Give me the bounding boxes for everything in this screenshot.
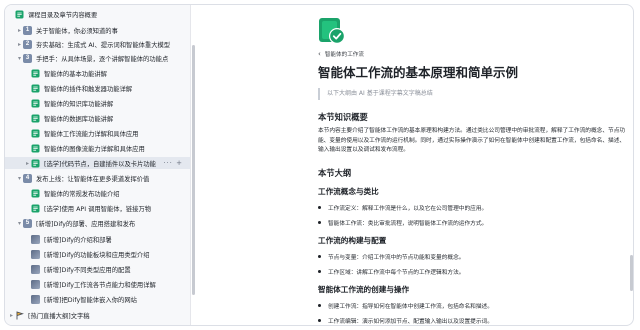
overview-heading: 本节知识概要 bbox=[318, 112, 368, 122]
section2-title: 工作流的构建与配置 bbox=[318, 236, 387, 245]
sidebar-item-label: [新增]Dify工作流各节点能力和使用详解 bbox=[44, 281, 156, 289]
outline-heading: 本节大纲 bbox=[318, 168, 352, 178]
sidebar-item-label: [新增]Dify的介绍和部署 bbox=[44, 236, 112, 244]
sidebar-item-label: [选学]代码节点，自建插件以及卡片功能 bbox=[44, 160, 156, 168]
sidebar-item-label: 智能体的常规发布功能介绍 bbox=[44, 190, 120, 198]
sidebar-item-label: [新增]Dify的部署、应用搭建和发布 bbox=[36, 220, 136, 228]
document-icon bbox=[31, 114, 40, 123]
sidebar-item-label: [新增]Dify不同类型应用的配置 bbox=[44, 266, 131, 274]
sidebar-item[interactable]: 智能体的插件和触发器功能详解 bbox=[5, 82, 190, 94]
sidebar-item-label: 发布上线：让智能体在更多渠道发挥价值 bbox=[36, 175, 150, 183]
sidebar-item[interactable]: ▸ [选学]代码节点，自建插件以及卡片功能 ··· + bbox=[5, 157, 190, 169]
sidebar-item[interactable]: 智能体的知识库功能讲解 bbox=[5, 97, 190, 109]
breadcrumb-label: 智能体的工作流 bbox=[324, 52, 364, 58]
overview-paragraph: 本节内容主要介绍了智能体工作流的基本原理和构建方法。通过类比公司管理中的审批流程… bbox=[318, 128, 626, 154]
sidebar-item[interactable]: ▸ 2 夯实基础：生成式 AI、提示词和智能体重大模型 bbox=[5, 38, 190, 50]
sidebar-item[interactable]: 智能体的常规发布功能介绍 bbox=[5, 187, 190, 199]
chevron-right-icon[interactable]: ▸ bbox=[8, 312, 15, 319]
sidebar-item[interactable]: [新增]Dify工作流各节点能力和使用详解 bbox=[5, 278, 190, 290]
image-thumbnail-icon bbox=[31, 249, 40, 259]
sidebar-item[interactable]: 智能体的基本功能讲解 bbox=[5, 67, 190, 79]
document-icon bbox=[31, 129, 40, 138]
page-title: 智能体工作流的基本原理和简单示例 bbox=[318, 65, 519, 80]
sidebar-item-label: 智能体的知识库功能讲解 bbox=[44, 100, 114, 108]
breadcrumb-back[interactable]: ‹ 智能体的工作流 bbox=[318, 50, 364, 58]
sidebar-item-label: 智能体的图像流能力详解和具体应用 bbox=[44, 145, 145, 153]
sidebar-item[interactable]: 智能体工作流能力详解和具体应用 bbox=[5, 127, 190, 139]
list-item: 工作流定义：解释工作流是什么，以及它在公司管理中的应用。 bbox=[318, 203, 487, 212]
list-item: 节点与变量：介绍工作流中的节点功能和变量的概念。 bbox=[318, 252, 465, 261]
content-scrollbar[interactable] bbox=[630, 255, 633, 291]
sidebar-item-label: 夯实基础：生成式 AI、提示词和智能体重大模型 bbox=[36, 41, 171, 49]
sidebar-item[interactable]: [新增]Dify的介绍和部署 bbox=[5, 233, 190, 245]
sidebar-item[interactable]: ▸ 1 关于智能体，你必须知道的事 bbox=[5, 24, 190, 36]
sidebar-item-label: 智能体工作流能力详解和具体应用 bbox=[44, 130, 139, 138]
document-icon bbox=[31, 189, 40, 198]
sidebar-item[interactable]: [选学]使用 API 调用智能体，链接万物 bbox=[5, 202, 190, 214]
list-item: 工作流编辑：演示如何添加节点、配置输入输出以及设置提示词。 bbox=[318, 316, 493, 325]
main-content: ‹ 智能体的工作流 智能体工作流的基本原理和简单示例 以下大纲由 AI 基于课程… bbox=[195, 5, 633, 325]
sidebar-item-label: 智能体的数据库功能讲解 bbox=[44, 115, 114, 123]
chapter-number-icon: 4 bbox=[23, 173, 32, 183]
sidebar-item[interactable]: ▾ 5 [新增]Dify的部署、应用搭建和发布 bbox=[5, 217, 190, 229]
image-thumbnail-icon bbox=[31, 294, 40, 304]
chevron-right-icon[interactable]: ▸ bbox=[16, 27, 23, 34]
document-icon bbox=[31, 159, 40, 168]
sidebar-item[interactable]: ▾ 4 发布上线：让智能体在更多渠道发挥价值 bbox=[5, 172, 190, 184]
document-icon bbox=[15, 10, 24, 19]
sidebar-item-label: 手把手：从具体场景，逐个讲解智能体的功能点 bbox=[36, 55, 169, 63]
chevron-down-icon[interactable]: ▾ bbox=[16, 175, 23, 182]
list-item: 创建工作流：指导如何在智能体中创建工作流，包括命名和描述。 bbox=[318, 301, 493, 310]
list-item: 工作区域：讲解工作流中每个节点的工作逻辑和方法。 bbox=[318, 267, 465, 276]
document-icon bbox=[31, 99, 40, 108]
chevron-left-icon: ‹ bbox=[318, 50, 321, 58]
sidebar-item[interactable]: ▸ [热门直播大纲]文字稿 bbox=[5, 309, 190, 321]
document-icon bbox=[31, 84, 40, 93]
sidebar-item-label: 智能体的基本功能讲解 bbox=[44, 70, 107, 78]
sidebar-item[interactable]: 智能体的图像流能力详解和具体应用 bbox=[5, 142, 190, 154]
chapter-number-icon: 3 bbox=[23, 53, 32, 63]
chapter-number-icon: 2 bbox=[23, 39, 32, 49]
document-icon bbox=[31, 69, 40, 78]
chapter-number-icon: 5 bbox=[23, 218, 32, 228]
image-thumbnail-icon bbox=[31, 264, 40, 274]
flag-icon bbox=[15, 310, 24, 320]
ai-summary-note: 以下大纲由 AI 基于课程字幕文字稿总结 bbox=[318, 88, 433, 100]
sidebar-item-label: 课程目录及章节内容概要 bbox=[28, 11, 98, 19]
image-thumbnail-icon bbox=[31, 234, 40, 244]
sidebar-item-label: [热门直播大纲]文字稿 bbox=[28, 312, 90, 320]
app-window: 课程目录及章节内容概要 ▸ 1 关于智能体，你必须知道的事 ▸ 2 夯实基础：生成式 AI、… bbox=[4, 4, 634, 326]
document-icon bbox=[31, 204, 40, 213]
sidebar-item-label: 关于智能体，你必须知道的事 bbox=[36, 27, 118, 35]
section1-title: 工作流概念与类比 bbox=[318, 187, 379, 196]
row-actions[interactable]: ··· + bbox=[163, 159, 183, 167]
chevron-down-icon[interactable]: ▾ bbox=[16, 220, 23, 227]
sidebar-item[interactable]: ▾ 3 手把手：从具体场景，逐个讲解智能体的功能点 bbox=[5, 52, 190, 64]
sidebar: 课程目录及章节内容概要 ▸ 1 关于智能体，你必须知道的事 ▸ 2 夯实基础：生成式 AI、… bbox=[5, 5, 191, 325]
chapter-number-icon: 1 bbox=[23, 25, 32, 35]
sidebar-item[interactable]: 智能体的数据库功能讲解 bbox=[5, 112, 190, 124]
list-item: 智能体工作流：类比审批流程，说明智能体工作流的运作方式。 bbox=[318, 218, 487, 227]
section3-title: 智能体工作流的创建与操作 bbox=[318, 285, 410, 294]
sidebar-item-label: 智能体的插件和触发器功能详解 bbox=[44, 85, 133, 93]
document-icon bbox=[31, 144, 40, 153]
sidebar-item-label: [新增]把Dify智能体嵌入你的网站 bbox=[44, 296, 137, 304]
sidebar-item[interactable]: [新增]Dify不同类型应用的配置 bbox=[5, 263, 190, 275]
chevron-down-icon[interactable]: ▾ bbox=[16, 55, 23, 62]
document-logo-icon bbox=[319, 18, 345, 44]
chevron-right-icon[interactable]: ▸ bbox=[16, 41, 23, 48]
sidebar-item[interactable]: 课程目录及章节内容概要 bbox=[5, 8, 190, 20]
sidebar-item[interactable]: [新增]把Dify智能体嵌入你的网站 bbox=[5, 293, 190, 305]
image-thumbnail-icon bbox=[31, 279, 40, 289]
sidebar-item-label: [新增]Dify的功能板块和应用类型介绍 bbox=[44, 251, 150, 259]
chevron-right-icon[interactable]: ▸ bbox=[24, 160, 31, 167]
sidebar-item[interactable]: [新增]Dify的功能板块和应用类型介绍 bbox=[5, 248, 190, 260]
sidebar-item-label: [选学]使用 API 调用智能体，链接万物 bbox=[44, 205, 152, 213]
